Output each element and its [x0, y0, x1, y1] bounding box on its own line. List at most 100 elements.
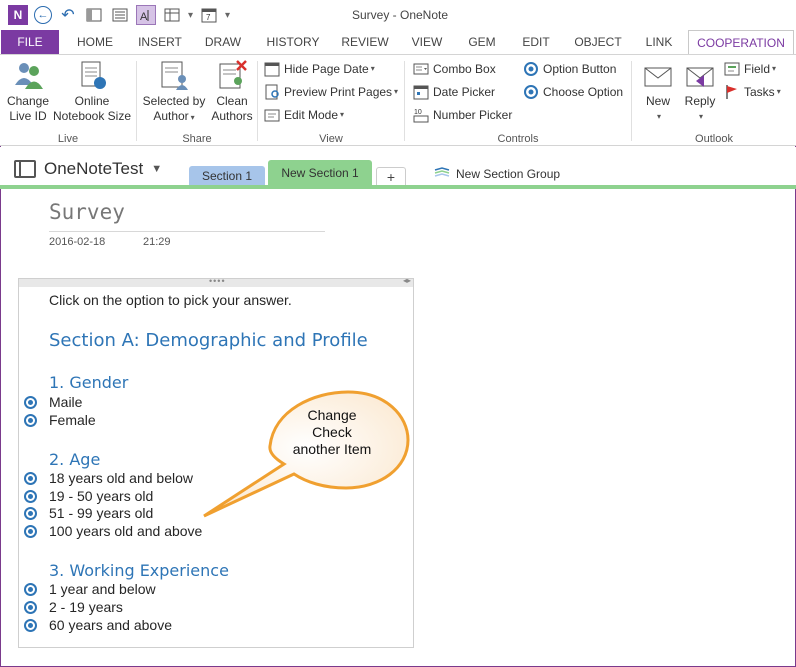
- undo-button[interactable]: ↶: [58, 5, 78, 25]
- option-label[interactable]: 19 - 50 years old: [49, 488, 153, 504]
- option-label[interactable]: 51 - 99 years old: [49, 505, 153, 521]
- date-picker-label: Date Picker: [433, 85, 496, 99]
- preview-print-pages-label: Preview Print Pages: [284, 85, 393, 99]
- tab-history[interactable]: HISTORY: [260, 30, 326, 54]
- online-notebook-size-button[interactable]: Online Notebook Size: [52, 59, 132, 124]
- tab-insert[interactable]: INSERT: [130, 30, 190, 54]
- number-picker-button[interactable]: 10 Number Picker: [413, 105, 512, 125]
- selected-by-author-button[interactable]: Selected by Author ▾: [141, 59, 207, 125]
- number-picker-label: Number Picker: [433, 108, 513, 122]
- clean-label: Clean: [216, 94, 248, 108]
- option-label[interactable]: 100 years old and above: [49, 523, 202, 539]
- dock-to-desktop-icon[interactable]: [84, 5, 104, 25]
- quick-access-toolbar: N ← ↶ A ▾ 7 ▾: [8, 5, 230, 25]
- dropdown-caret-icon: ▾: [772, 64, 777, 73]
- callout-text: Change Check another Item: [270, 407, 394, 458]
- option-radio-icon[interactable]: [24, 601, 37, 614]
- tasks-label: Tasks: [744, 85, 775, 99]
- hide-page-date-label: Hide Page Date: [284, 62, 369, 76]
- new-section-group-button[interactable]: New Section Group: [434, 166, 560, 181]
- choose-option-icon: [523, 84, 539, 100]
- edit-mode-button[interactable]: Edit Mode ▾: [264, 105, 344, 125]
- option-label[interactable]: Female: [49, 412, 96, 428]
- option-label[interactable]: 1 year and below: [49, 581, 156, 597]
- option-radio-icon[interactable]: [24, 619, 37, 632]
- tab-home[interactable]: HOME: [68, 30, 122, 54]
- section-heading: Section A: Demographic and Profile: [49, 330, 368, 351]
- tab-link[interactable]: LINK: [636, 30, 682, 54]
- option-radio-icon[interactable]: [24, 525, 37, 538]
- question-experience-heading: 3. Working Experience: [49, 561, 229, 580]
- tab-review[interactable]: REVIEW: [336, 30, 394, 54]
- option-radio-icon[interactable]: [24, 472, 37, 485]
- title-bar: N ← ↶ A ▾ 7 ▾ Survey - OneNote: [0, 0, 796, 30]
- table-icon[interactable]: [162, 5, 182, 25]
- change-live-id-button[interactable]: Change Live ID: [4, 59, 52, 124]
- option-label[interactable]: 2 - 19 years: [49, 599, 123, 615]
- tab-view[interactable]: VIEW: [404, 30, 450, 54]
- drag-grip-icon[interactable]: ••••: [209, 276, 226, 286]
- date-picker-icon: [413, 84, 429, 100]
- qat-dropdown-icon[interactable]: ▾: [188, 10, 193, 21]
- combo-box-icon: [413, 61, 429, 77]
- calendar-icon: [264, 61, 280, 77]
- page-icon[interactable]: [110, 5, 130, 25]
- onenote-logo-icon: N: [8, 5, 28, 25]
- reply-button[interactable]: Reply ▾: [680, 59, 720, 124]
- container-handle[interactable]: •••• ◂▸: [19, 276, 413, 287]
- resize-arrows-icon[interactable]: ◂▸: [403, 276, 411, 285]
- callout-line-2: Check: [312, 424, 352, 440]
- edit-mode-icon: [264, 107, 280, 123]
- callout-line-1: Change: [307, 407, 357, 423]
- reply-envelope-icon: [684, 59, 716, 91]
- combo-box-label: Combo Box: [433, 62, 496, 76]
- clean-authors-button[interactable]: Clean Authors: [209, 59, 255, 124]
- number-picker-icon: 10: [413, 107, 429, 123]
- tab-cooperation[interactable]: COOPERATION: [688, 30, 794, 55]
- option-label[interactable]: 18 years old and below: [49, 470, 193, 486]
- option-radio-icon[interactable]: [24, 583, 37, 596]
- group-view-label: View: [319, 133, 343, 145]
- notebook-size-icon: [76, 59, 108, 91]
- tab-draw[interactable]: DRAW: [196, 30, 250, 54]
- notebook-selector[interactable]: OneNoteTest ▼: [14, 159, 162, 179]
- tab-edit[interactable]: EDIT: [514, 30, 558, 54]
- tab-gem[interactable]: GEM: [460, 30, 504, 54]
- instruction-text: Click on the option to pick your answer.: [49, 292, 292, 308]
- back-button[interactable]: ←: [34, 6, 52, 24]
- notebook-bar: OneNoteTest ▼ Section 1 New Section 1 + …: [0, 147, 796, 187]
- dropdown-caret-icon: ▾: [190, 113, 195, 122]
- new-label: New: [645, 94, 670, 108]
- hide-page-date-button[interactable]: Hide Page Date ▾: [264, 59, 375, 79]
- option-radio-icon[interactable]: [24, 414, 37, 427]
- page-title[interactable]: Survey: [49, 200, 125, 224]
- section-tab-new-section-1[interactable]: New Section 1: [268, 160, 372, 186]
- ribbon-tabs: FILE HOME INSERT DRAW HISTORY REVIEW VIE…: [0, 30, 796, 55]
- tab-file[interactable]: FILE: [1, 30, 59, 54]
- notebook-name: OneNoteTest: [44, 159, 144, 178]
- date-picker-button[interactable]: Date Picker: [413, 82, 495, 102]
- section-tab-section-1[interactable]: Section 1: [189, 166, 265, 186]
- option-radio-icon[interactable]: [24, 507, 37, 520]
- option-label[interactable]: Maile: [49, 394, 82, 410]
- choose-option-button[interactable]: Choose Option: [523, 82, 623, 102]
- tasks-button[interactable]: Tasks ▾: [724, 82, 781, 102]
- dropdown-caret-icon: ▾: [656, 112, 661, 121]
- text-format-icon[interactable]: A: [136, 5, 156, 25]
- tab-object[interactable]: OBJECT: [570, 30, 626, 54]
- option-radio-icon[interactable]: [24, 490, 37, 503]
- option-button-button[interactable]: Option Button: [523, 59, 616, 79]
- chevron-down-icon: ▼: [151, 163, 163, 175]
- new-email-button[interactable]: New ▾: [638, 59, 678, 124]
- group-controls: Combo Box Date Picker 10 Number Picker O…: [405, 55, 631, 147]
- combo-box-button[interactable]: Combo Box: [413, 59, 496, 79]
- dropdown-caret-icon: ▾: [394, 87, 399, 96]
- field-button[interactable]: Field ▾: [724, 59, 776, 79]
- clean-authors-icon: [216, 59, 248, 91]
- dropdown-caret-icon: ▾: [340, 110, 345, 119]
- preview-print-pages-button[interactable]: Preview Print Pages ▾: [264, 82, 398, 102]
- option-label[interactable]: 60 years and above: [49, 617, 172, 633]
- add-section-button[interactable]: +: [376, 167, 406, 186]
- group-controls-label: Controls: [497, 133, 539, 145]
- option-radio-icon[interactable]: [24, 396, 37, 409]
